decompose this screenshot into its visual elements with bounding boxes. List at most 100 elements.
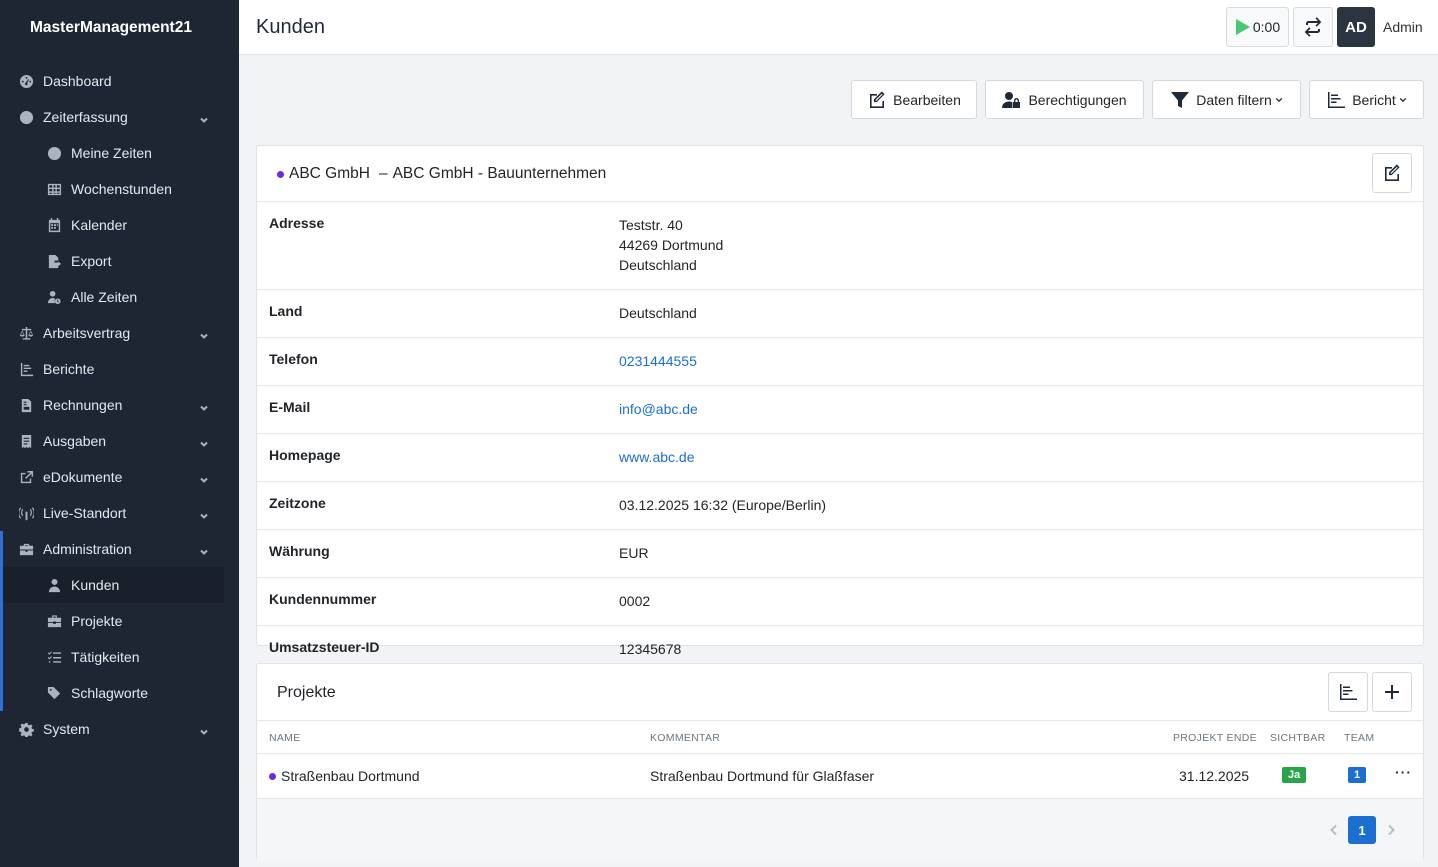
previous-page-button[interactable] xyxy=(1320,816,1348,844)
user-name[interactable]: Admin xyxy=(1383,19,1423,35)
chevron-down-icon xyxy=(199,328,209,339)
sidebar-item-label: Arbeitsvertrag xyxy=(43,325,131,341)
projects-card: Projekte NAME KOMMENTAR PROJEKT ENDE SIC… xyxy=(256,663,1424,861)
filter-button[interactable]: Daten filtern xyxy=(1152,80,1301,119)
sidebar-item-administration[interactable]: Administration xyxy=(3,531,239,567)
column-header-end[interactable]: PROJEKT ENDE xyxy=(1173,732,1257,744)
report-button[interactable]: Bericht xyxy=(1309,80,1424,119)
detail-label: Adresse xyxy=(269,215,325,231)
sidebar-item-projekte[interactable]: Projekte xyxy=(3,603,239,639)
permissions-button[interactable]: Berechtigungen xyxy=(985,80,1144,119)
sidebar-item-system[interactable]: System xyxy=(0,711,239,747)
edit-button[interactable]: Bearbeiten xyxy=(851,80,977,119)
page-button-current[interactable]: 1 xyxy=(1348,816,1376,844)
homepage-link[interactable]: www.abc.de xyxy=(619,449,694,465)
vat-id-value: 12345678 xyxy=(619,641,682,657)
sidebar-item-export[interactable]: Export xyxy=(0,243,239,279)
detail-label: Land xyxy=(269,303,303,319)
sidebar-item-label: Zeiterfassung xyxy=(43,109,128,125)
row-actions-menu[interactable]: ··· xyxy=(1395,764,1412,780)
sidebar-item-meine-zeiten[interactable]: Meine Zeiten xyxy=(0,135,239,171)
address-value: Teststr. 40 44269 Dortmund Deutschland xyxy=(619,215,723,275)
scale-icon xyxy=(17,324,35,342)
sidebar-item-label: eDokumente xyxy=(43,469,123,485)
avatar[interactable]: AD xyxy=(1337,7,1375,47)
phone-link[interactable]: 0231444555 xyxy=(619,353,697,369)
team-count-badge[interactable]: 1 xyxy=(1348,767,1367,783)
sidebar-nav: Dashboard Zeiterfassung Meine Zeiten Woc… xyxy=(0,55,239,747)
sidebar-item-label: Meine Zeiten xyxy=(71,145,152,161)
chevron-right-icon xyxy=(1388,824,1395,836)
project-name-cell[interactable]: Straßenbau Dortmund xyxy=(269,768,420,784)
edit-customer-button[interactable] xyxy=(1372,153,1412,193)
add-project-button[interactable] xyxy=(1372,672,1412,712)
chart-icon xyxy=(17,360,35,378)
chart-icon xyxy=(1340,684,1357,700)
project-name: Straßenbau Dortmund xyxy=(281,768,420,784)
next-page-button[interactable] xyxy=(1377,816,1405,844)
projects-report-button[interactable] xyxy=(1328,672,1368,712)
report-button-label: Bericht xyxy=(1352,91,1396,108)
sidebar-item-label: Tätigkeiten xyxy=(71,649,140,665)
sidebar-item-kalender[interactable]: Kalender xyxy=(0,207,239,243)
user-clock-icon xyxy=(45,288,63,306)
edit-icon xyxy=(1385,164,1400,181)
detail-row-phone: Telefon 0231444555 xyxy=(257,338,1423,386)
permissions-button-label: Berechtigungen xyxy=(1028,91,1127,108)
column-header-visible[interactable]: SICHTBAR xyxy=(1270,732,1326,744)
topbar: Kunden 0:00 AD Admin xyxy=(239,0,1438,55)
sidebar-item-label: Alle Zeiten xyxy=(71,289,138,305)
table-icon xyxy=(45,180,63,198)
sidebar-item-alle-zeiten[interactable]: Alle Zeiten xyxy=(0,279,239,315)
sidebar-item-label: Ausgaben xyxy=(43,433,107,449)
sidebar-item-live-standort[interactable]: Live-Standort xyxy=(0,495,239,531)
sidebar-item-edokumente[interactable]: eDokumente xyxy=(0,459,239,495)
chevron-down-icon xyxy=(199,724,209,735)
list-check-icon xyxy=(45,648,63,666)
detail-label: E-Mail xyxy=(269,399,311,415)
sidebar-item-label: Dashboard xyxy=(43,73,112,89)
chevron-down-icon xyxy=(199,508,209,519)
sidebar-item-label: System xyxy=(43,721,90,737)
sidebar-item-label: Schlagworte xyxy=(71,685,149,701)
project-color-dot xyxy=(269,772,276,780)
detail-label: Kundennummer xyxy=(269,591,377,607)
table-row[interactable]: Straßenbau Dortmund Straßenbau Dortmund … xyxy=(257,754,1423,799)
sidebar-item-rechnungen[interactable]: Rechnungen xyxy=(0,387,239,423)
project-comment: Straßenbau Dortmund für Glaßfaser xyxy=(650,768,875,784)
dashboard-icon xyxy=(17,72,35,90)
sidebar-item-zeiterfassung[interactable]: Zeiterfassung xyxy=(0,99,239,135)
sidebar-item-taetigkeiten[interactable]: Tätigkeiten xyxy=(3,639,239,675)
sidebar-item-berichte[interactable]: Berichte xyxy=(0,351,239,387)
column-header-name[interactable]: NAME xyxy=(269,732,301,744)
sidebar-item-wochenstunden[interactable]: Wochenstunden xyxy=(0,171,239,207)
sync-button[interactable] xyxy=(1293,7,1333,47)
sidebar-item-label: Kalender xyxy=(71,217,128,233)
app-brand[interactable]: MasterManagement21 xyxy=(0,0,239,55)
sidebar-item-arbeitsvertrag[interactable]: Arbeitsvertrag xyxy=(0,315,239,351)
customer-number-value: 0002 xyxy=(619,593,651,609)
sidebar-item-schlagworte[interactable]: Schlagworte xyxy=(3,675,239,711)
email-link[interactable]: info@abc.de xyxy=(619,401,698,417)
timezone-value: 03.12.2025 16:32 (Europe/Berlin) xyxy=(619,497,827,513)
chevron-down-icon xyxy=(1275,97,1282,102)
sidebar-item-kunden[interactable]: Kunden xyxy=(3,567,224,603)
projects-table-header: NAME KOMMENTAR PROJEKT ENDE SICHTBAR TEA… xyxy=(257,721,1423,754)
detail-row-address: Adresse Teststr. 40 44269 Dortmund Deuts… xyxy=(257,202,1423,290)
broadcast-icon xyxy=(17,504,35,522)
sidebar-item-label: Kunden xyxy=(71,577,120,593)
timer-button[interactable]: 0:00 xyxy=(1226,7,1289,47)
edit-button-label: Bearbeiten xyxy=(893,91,961,108)
sidebar-item-label: Administration xyxy=(43,541,132,557)
column-header-comment[interactable]: KOMMENTAR xyxy=(650,732,720,744)
page-title: Kunden xyxy=(256,16,325,38)
column-header-team[interactable]: TEAM xyxy=(1344,732,1374,744)
sidebar-item-ausgaben[interactable]: Ausgaben xyxy=(0,423,239,459)
toolbox-icon xyxy=(17,540,35,558)
chevron-down-icon xyxy=(199,400,209,411)
detail-label: Zeitzone xyxy=(269,495,326,511)
sidebar-item-dashboard[interactable]: Dashboard xyxy=(0,63,239,99)
sidebar-item-label: Wochenstunden xyxy=(71,181,172,197)
tags-icon xyxy=(45,684,63,702)
sidebar-group-administration: Administration Kunden Projekte Tätigkeit… xyxy=(0,531,239,711)
